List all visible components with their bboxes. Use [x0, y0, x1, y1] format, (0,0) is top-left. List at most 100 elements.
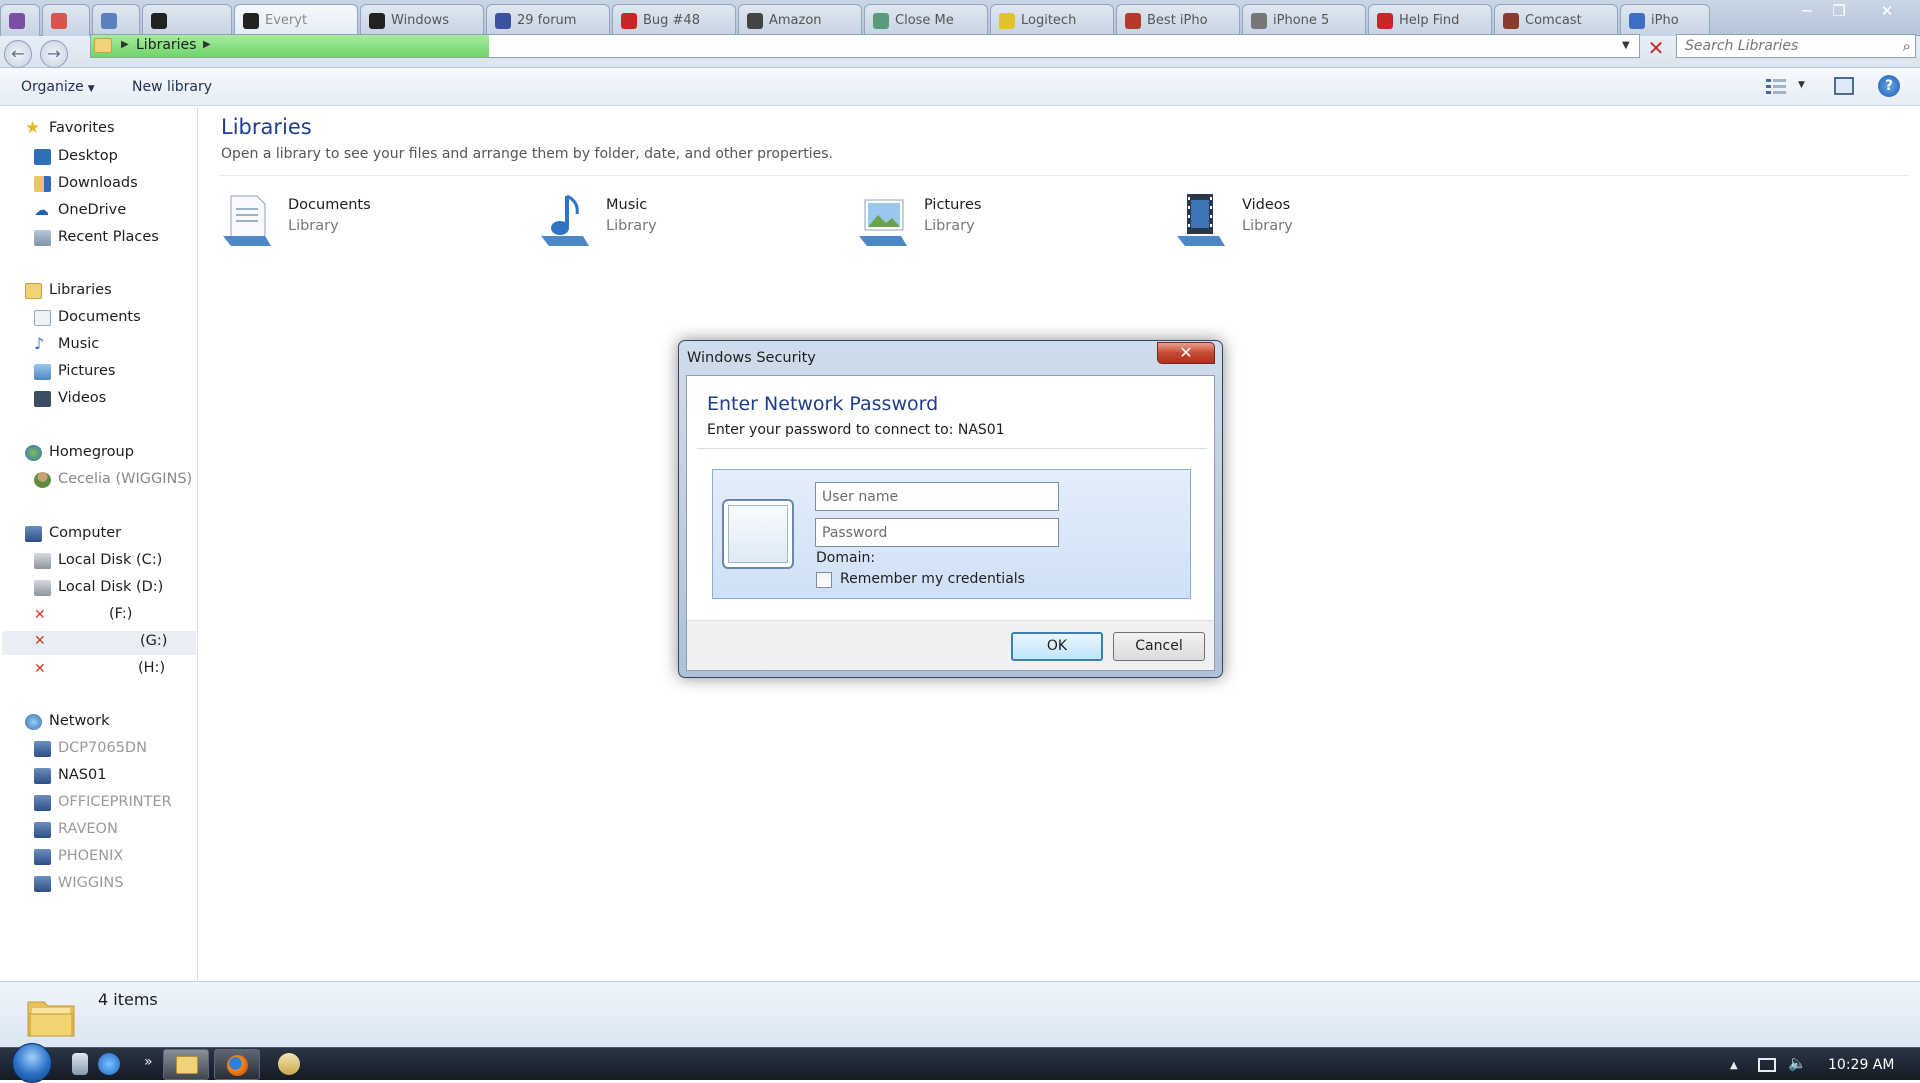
minimize-button[interactable]: ─	[1790, 0, 1824, 22]
nav-item-videos[interactable]: Videos	[34, 389, 194, 411]
ok-button[interactable]: OK	[1011, 632, 1103, 661]
nav-item-network-computer[interactable]: WIGGINS	[34, 874, 194, 896]
computer-icon	[25, 526, 42, 542]
browser-tab[interactable]: 29 forum	[486, 4, 610, 36]
taskbar-explorer-button[interactable]	[163, 1049, 209, 1080]
browser-tab[interactable]: Bug #48	[612, 4, 736, 36]
library-videos[interactable]: Videos Library	[1175, 192, 1425, 252]
library-kind: Library	[288, 218, 339, 234]
search-input[interactable]	[1677, 35, 1887, 57]
nav-item-music[interactable]: ♪ Music	[34, 334, 194, 357]
firefox-icon	[227, 1055, 248, 1076]
tab-favicon-icon	[1125, 13, 1141, 29]
nav-network[interactable]: Network	[25, 712, 195, 734]
nav-item-network-computer[interactable]: PHOENIX	[34, 847, 194, 869]
breadcrumb-arrow-icon[interactable]: ▶	[121, 39, 129, 50]
volume-icon[interactable]: 🔈	[1788, 1054, 1807, 1072]
tab-favicon-icon	[51, 13, 67, 29]
browser-tab-strip: Everyt Windows 29 forum Bug #48 Amazon C…	[0, 0, 1920, 36]
tab-label: Help Find	[1399, 13, 1460, 28]
cancel-button[interactable]: Cancel	[1113, 632, 1205, 661]
library-name: Documents	[288, 197, 371, 213]
start-button[interactable]	[12, 1043, 52, 1083]
nav-item-desktop[interactable]: Desktop	[34, 147, 194, 169]
action-center-icon[interactable]	[1758, 1058, 1776, 1072]
breadcrumb-libraries[interactable]: Libraries	[136, 37, 196, 53]
view-options-chevron-icon[interactable]: ▼	[1798, 80, 1805, 90]
credential-tile: Domain: Remember my credentials	[712, 469, 1191, 599]
nav-item-drive-f[interactable]: ✕ (F:)	[34, 605, 194, 627]
taskbar-firefox-button[interactable]	[214, 1049, 260, 1080]
remember-credentials-label[interactable]: Remember my credentials	[840, 571, 1025, 587]
nav-libraries[interactable]: Libraries	[25, 281, 195, 303]
browser-tab-active[interactable]: Everyt	[234, 4, 358, 36]
forward-button[interactable]: →	[40, 40, 68, 68]
tab-label: Logitech	[1021, 13, 1077, 28]
nav-item-network-computer[interactable]: NAS01	[34, 766, 194, 788]
nav-item-network-computer[interactable]: OFFICEPRINTER	[34, 793, 194, 815]
maximize-button[interactable]: ❐	[1822, 0, 1856, 22]
nav-homegroup[interactable]: Homegroup	[25, 443, 195, 465]
window-close-button[interactable]: ✕	[1870, 0, 1904, 22]
chat-app-icon[interactable]	[278, 1053, 300, 1075]
nav-item-drive-h[interactable]: ✕ (H:)	[34, 659, 194, 681]
nav-item-downloads[interactable]: Downloads	[34, 174, 194, 196]
browser-tab[interactable]: Close Me	[864, 4, 988, 36]
search-icon[interactable]: ⌕	[1903, 37, 1911, 55]
help-icon[interactable]: ?	[1878, 75, 1900, 97]
password-field[interactable]	[815, 518, 1059, 547]
browser-tab[interactable]: iPhone 5	[1242, 4, 1366, 36]
username-field[interactable]	[815, 482, 1059, 511]
nav-favorites[interactable]: ★ Favorites	[25, 118, 195, 141]
tab-favicon-icon	[9, 13, 25, 29]
library-pictures[interactable]: Pictures Library	[857, 192, 1107, 252]
library-icon	[25, 283, 42, 299]
organize-label: Organize	[21, 79, 84, 95]
address-bar[interactable]: ▶ Libraries ▶	[90, 34, 1640, 58]
nav-item-recent-places[interactable]: Recent Places	[34, 228, 194, 250]
new-library-button[interactable]: New library	[132, 79, 212, 95]
taskbar: » ▲ 🔈 10:29 AM	[0, 1043, 1920, 1083]
remember-credentials-checkbox[interactable]	[816, 572, 832, 588]
recycle-bin-icon[interactable]	[72, 1053, 88, 1075]
nav-item-pictures[interactable]: Pictures	[34, 362, 194, 384]
ie-icon[interactable]	[98, 1053, 120, 1075]
change-view-icon[interactable]	[1766, 78, 1786, 94]
browser-tab[interactable]: Logitech	[990, 4, 1114, 36]
browser-tab[interactable]	[92, 4, 140, 36]
browser-tab[interactable]	[0, 4, 40, 36]
clock[interactable]: 10:29 AM	[1828, 1057, 1894, 1073]
browser-tab[interactable]	[42, 4, 90, 36]
quick-launch-overflow-icon[interactable]: »	[144, 1054, 153, 1070]
browser-tab[interactable]: Help Find	[1368, 4, 1492, 36]
browser-tab[interactable]: iPho	[1620, 4, 1710, 36]
address-history-dropdown-icon[interactable]: ▼	[1622, 40, 1630, 51]
nav-item-network-computer[interactable]: RAVEON	[34, 820, 194, 842]
browser-tab[interactable]: Comcast	[1494, 4, 1618, 36]
nav-item-drive-g[interactable]: ✕ (G:)	[2, 631, 196, 655]
nav-item-drive-c[interactable]: Local Disk (C:)	[34, 551, 194, 573]
documents-icon	[34, 310, 51, 326]
nav-computer[interactable]: Computer	[25, 524, 195, 546]
nav-item-network-computer[interactable]: DCP7065DN	[34, 739, 194, 761]
browser-tab[interactable]: Windows	[360, 4, 484, 36]
stop-icon[interactable]: ✕	[1644, 36, 1668, 60]
dialog-close-button[interactable]: ✕	[1157, 342, 1215, 364]
show-hidden-icons-button[interactable]: ▲	[1730, 1060, 1738, 1071]
nav-item-onedrive[interactable]: ☁ OneDrive	[34, 201, 194, 223]
preview-pane-icon[interactable]	[1834, 77, 1854, 95]
network-computer-icon	[34, 876, 51, 892]
breadcrumb-arrow-icon[interactable]: ▶	[203, 39, 211, 50]
search-box[interactable]: ⌕	[1676, 34, 1916, 58]
library-music[interactable]: Music Library	[539, 192, 789, 252]
back-button[interactable]: ←	[4, 40, 32, 68]
browser-tab[interactable]: Amazon	[738, 4, 862, 36]
nav-item-homegroup-user[interactable]: Cecelia (WIGGINS)	[34, 470, 194, 492]
library-documents[interactable]: Documents Library	[221, 192, 471, 252]
nav-item-drive-d[interactable]: Local Disk (D:)	[34, 578, 194, 600]
organize-button[interactable]: Organize ▼	[21, 79, 95, 95]
nav-item-documents[interactable]: Documents	[34, 308, 194, 330]
network-computer-icon	[34, 795, 51, 811]
browser-tab[interactable]	[142, 4, 232, 36]
browser-tab[interactable]: Best iPho	[1116, 4, 1240, 36]
